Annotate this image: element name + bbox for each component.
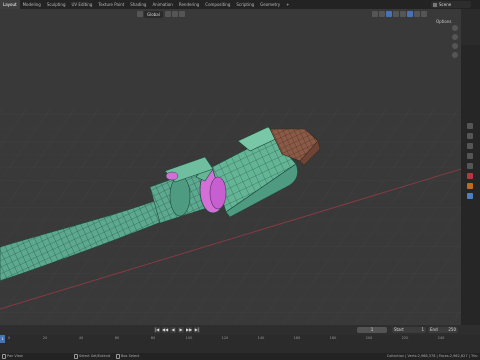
tab-animation[interactable]: Animation	[149, 0, 175, 9]
ruler-tick: 100	[185, 336, 193, 340]
play-button[interactable]: ▶	[178, 327, 184, 333]
status-select-label: Select Set/Extend	[79, 354, 111, 358]
transform-orientation-dropdown[interactable]: Global	[144, 10, 163, 18]
viewport-header-center: Global	[137, 10, 186, 18]
render-properties-icon[interactable]	[467, 133, 473, 139]
outliner-panel[interactable]	[461, 9, 480, 45]
output-properties-icon[interactable]	[467, 143, 473, 149]
scene-stats: Collection | Verts:2,968,378 | Faces:2,9…	[386, 354, 478, 358]
start-label: Start	[394, 327, 404, 332]
gizmo-toggle-icon[interactable]	[379, 11, 385, 17]
jump-end-button[interactable]: ▶|	[194, 327, 200, 333]
ruler-tick: 220	[401, 336, 409, 340]
proportional-edit-icon[interactable]	[178, 11, 185, 17]
current-frame-field[interactable]: 1	[357, 327, 387, 333]
tab-modeling[interactable]: Modeling	[20, 0, 44, 9]
mouse-left-icon	[74, 353, 78, 359]
perspective-toggle-icon[interactable]	[452, 52, 458, 58]
jump-keyframe-forward-button[interactable]: ▶▶	[186, 327, 192, 333]
timeline-controls: |◀ ◀◀ ◀ ▶ ▶▶ ▶| 1 Start 1 End 250	[0, 325, 480, 335]
jump-start-button[interactable]: |◀	[154, 327, 160, 333]
options-dropdown[interactable]: Options	[436, 19, 451, 24]
viewport-header-right	[372, 10, 428, 18]
frame-ruler[interactable]: 0 20 40 60 80 100 120 140 160 180 200 22…	[0, 335, 480, 343]
ruler-tick: 120	[221, 336, 229, 340]
start-value: 1	[421, 327, 424, 332]
status-pan: Pan View	[2, 353, 23, 360]
solid-shading-icon[interactable]	[407, 11, 413, 17]
timeline: |◀ ◀◀ ◀ ▶ ▶▶ ▶| 1 Start 1 End 250 0 20 4…	[0, 325, 480, 353]
jump-keyframe-back-button[interactable]: ◀◀	[162, 327, 168, 333]
world-properties-icon[interactable]	[467, 173, 473, 179]
snap-icon[interactable]	[171, 11, 178, 17]
ruler-tick: 0	[7, 336, 11, 340]
scene-properties-icon[interactable]	[467, 163, 473, 169]
rendered-shading-icon[interactable]	[421, 11, 427, 17]
pivot-icon[interactable]	[164, 11, 171, 17]
mouse-middle-icon	[2, 353, 6, 359]
tool-properties-icon[interactable]	[467, 123, 473, 129]
status-box-select: Box Select	[116, 353, 139, 360]
properties-panel	[461, 9, 480, 325]
tab-scripting[interactable]: Scripting	[233, 0, 257, 9]
tab-uv-editing[interactable]: UV Editing	[69, 0, 96, 9]
ruler-tick: 80	[150, 336, 156, 340]
start-frame-field[interactable]: Start 1	[392, 327, 426, 333]
play-reverse-button[interactable]: ◀	[170, 327, 176, 333]
status-pan-label: Pan View	[7, 354, 23, 358]
tab-layout[interactable]: Layout	[0, 0, 20, 9]
ruler-tick: 140	[257, 336, 265, 340]
wireframe-shading-icon[interactable]	[400, 11, 406, 17]
tab-sculpting[interactable]: Sculpting	[44, 0, 69, 9]
visibility-icon[interactable]	[372, 11, 378, 17]
workspace-bar: Layout Modeling Sculpting UV Editing Tex…	[0, 0, 480, 9]
scene-icon	[433, 3, 437, 7]
camera-view-icon[interactable]	[452, 43, 458, 49]
status-box-select-label: Box Select	[121, 354, 140, 358]
ruler-tick: 200	[365, 336, 373, 340]
status-bar: Pan View Select Set/Extend Box Select Co…	[0, 353, 480, 360]
scene-selector[interactable]: Scene	[431, 1, 471, 8]
pan-icon[interactable]	[452, 34, 458, 40]
ruler-tick: 180	[329, 336, 337, 340]
ruler-tick: 60	[114, 336, 120, 340]
ruler-tick: 240	[437, 336, 445, 340]
tab-rendering[interactable]: Rendering	[176, 0, 202, 9]
playhead[interactable]: 1	[0, 335, 5, 343]
modifier-properties-icon[interactable]	[467, 193, 473, 199]
mouse-drag-icon	[116, 353, 120, 359]
ruler-tick: 160	[293, 336, 301, 340]
material-shading-icon[interactable]	[414, 11, 420, 17]
object-properties-icon[interactable]	[467, 183, 473, 189]
overlay-toggle-icon[interactable]	[386, 11, 392, 17]
3d-viewport[interactable]: Global Options	[0, 9, 461, 325]
tab-geometry[interactable]: Geometry	[257, 0, 283, 9]
xray-icon[interactable]	[393, 11, 399, 17]
tab-shading[interactable]: Shading	[127, 0, 149, 9]
tab-texture-paint[interactable]: Texture Paint	[95, 0, 127, 9]
navigation-gizmo	[452, 25, 460, 65]
tab-compositing[interactable]: Compositing	[202, 0, 233, 9]
status-select: Select Set/Extend	[74, 353, 110, 360]
end-label: End	[430, 327, 438, 332]
playback-controls: |◀ ◀◀ ◀ ▶ ▶▶ ▶|	[154, 327, 200, 333]
view-layer-icon[interactable]	[467, 153, 473, 159]
ruler-tick: 40	[78, 336, 84, 340]
add-workspace-button[interactable]: +	[283, 0, 292, 9]
ruler-tick: 20	[42, 336, 48, 340]
transform-orientation-icon	[137, 11, 143, 17]
end-value: 250	[448, 327, 456, 332]
zoom-icon[interactable]	[452, 25, 458, 31]
scene-name: Scene	[439, 2, 452, 7]
end-frame-field[interactable]: End 250	[428, 327, 458, 333]
viewport-canvas	[0, 109, 461, 325]
